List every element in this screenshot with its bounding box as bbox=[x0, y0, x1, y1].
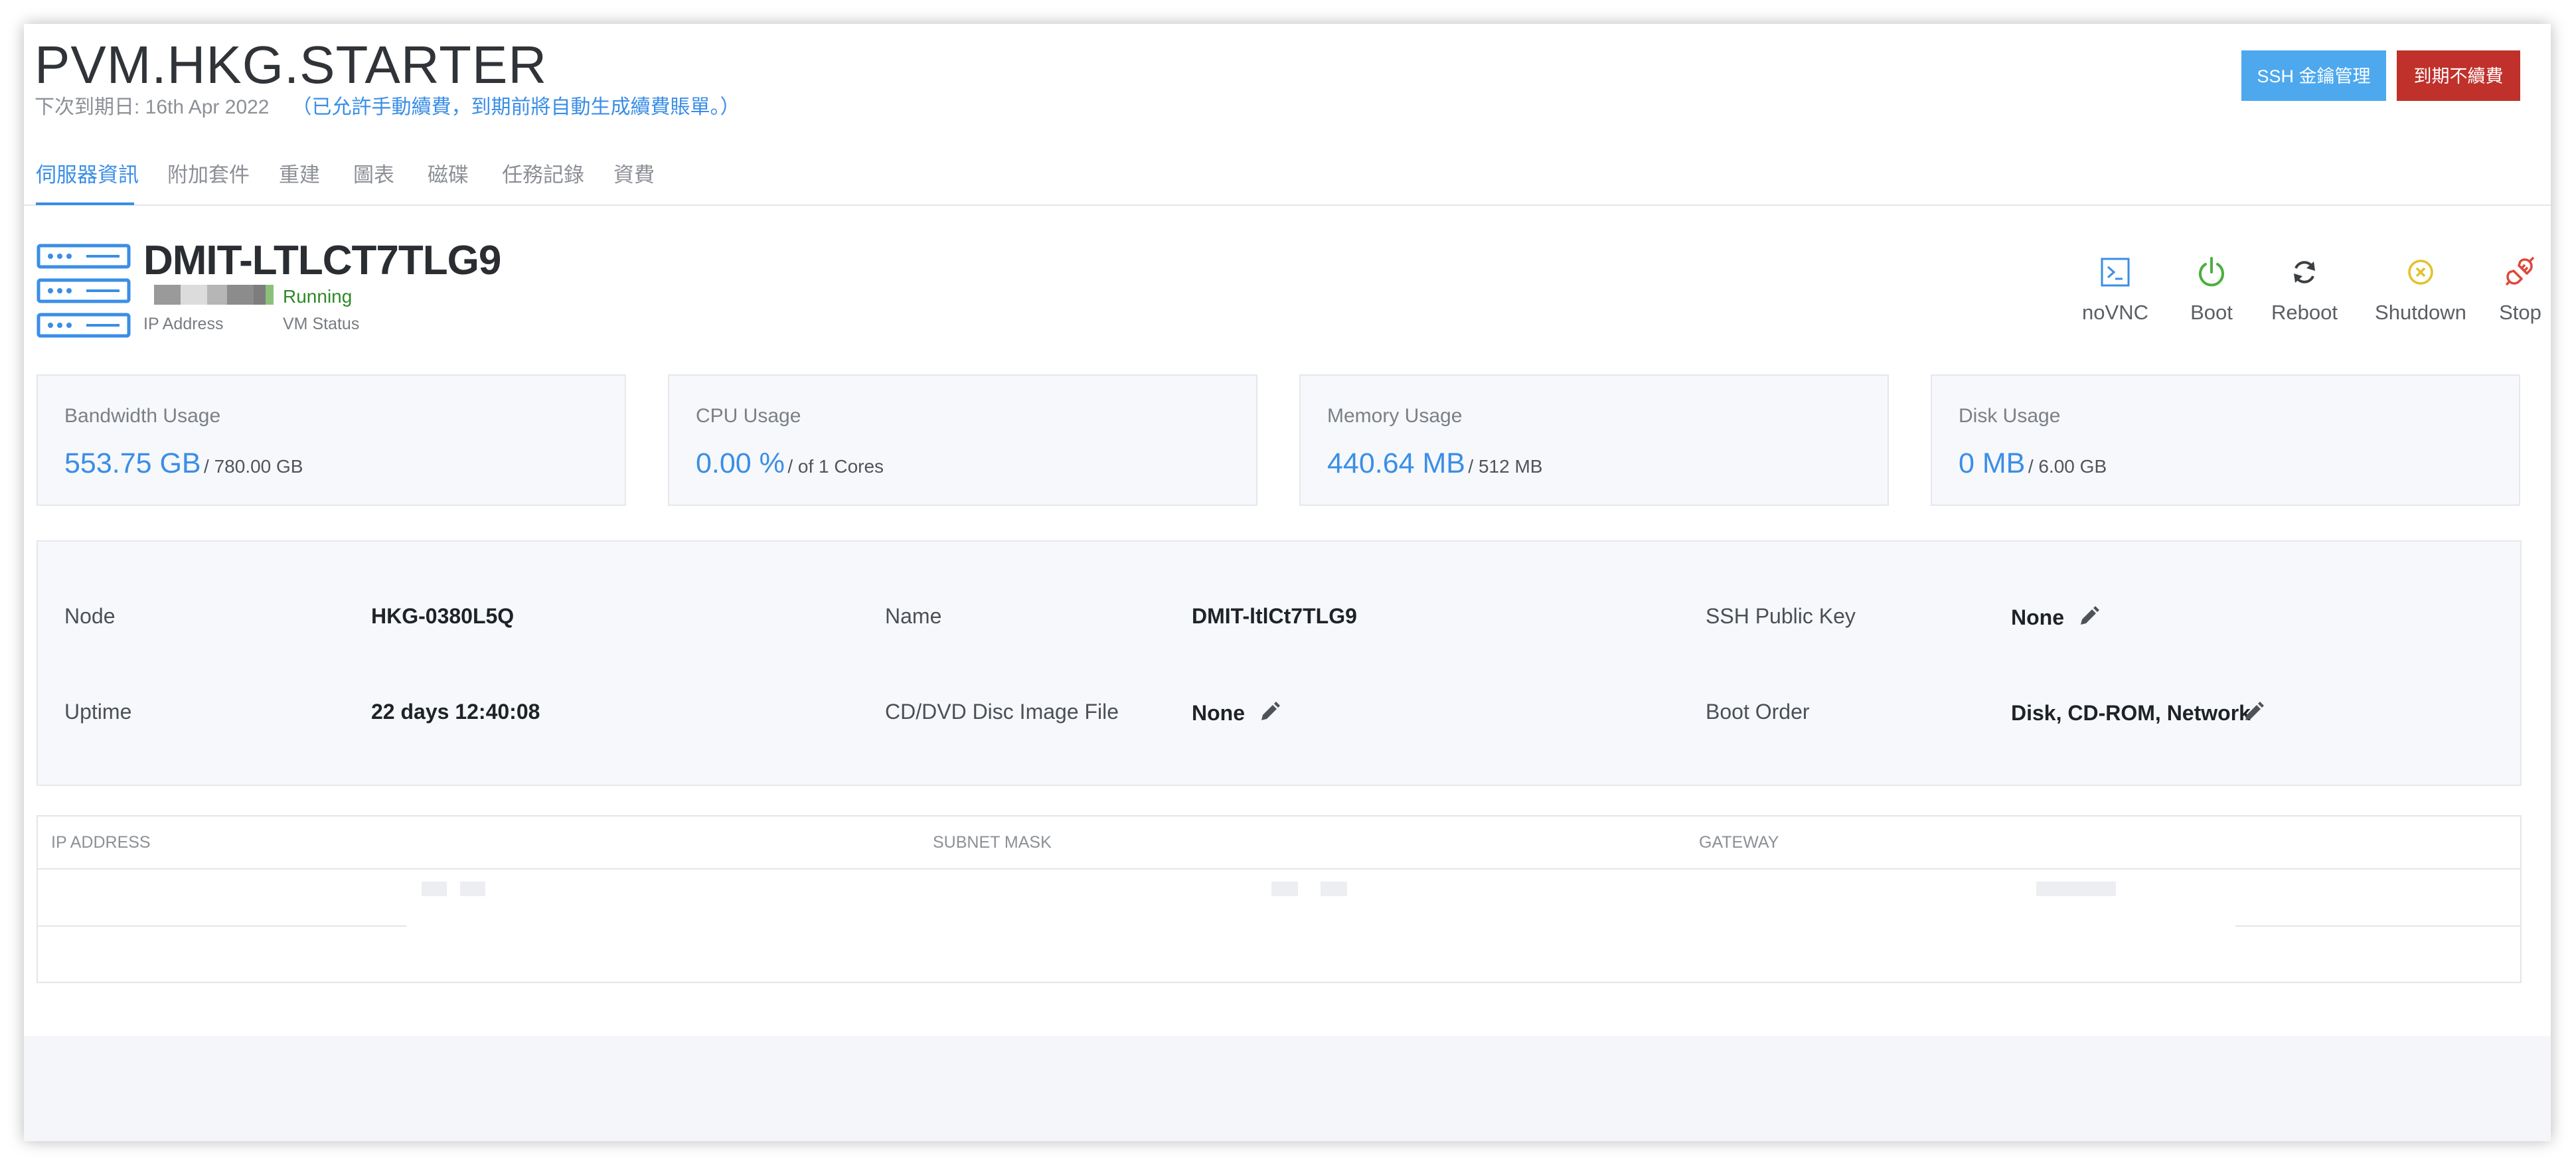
cd-image-label: CD/DVD Disc Image File bbox=[885, 700, 1119, 724]
boot-order-value: Disk, CD-ROM, Network bbox=[2011, 701, 2251, 725]
no-renew-button[interactable]: 到期不續費 bbox=[2397, 50, 2520, 101]
boot-button[interactable]: Boot bbox=[2175, 254, 2248, 325]
stop-button[interactable]: Stop bbox=[2494, 254, 2547, 325]
tab-server-info[interactable]: 伺服器資訊 bbox=[36, 162, 139, 189]
tab-disks[interactable]: 磁碟 bbox=[428, 162, 469, 189]
tab-addons[interactable]: 附加套件 bbox=[167, 162, 250, 189]
edit-ssh-key-icon[interactable] bbox=[2077, 605, 2100, 628]
header-divider bbox=[38, 868, 2520, 870]
next-due-date: 下次到期日: 16th Apr 2022 （已允許手動續費，到期前將自動生成續費賬… bbox=[35, 94, 740, 121]
row-divider bbox=[2235, 925, 2521, 927]
unplug-icon bbox=[2505, 256, 2535, 286]
renew-note: （已允許手動續費，到期前將自動生成續費賬單。） bbox=[291, 96, 740, 118]
cpu-usage-card: CPU Usage 0.00 % / of 1 Cores bbox=[668, 374, 1257, 506]
ip-address-redacted bbox=[154, 285, 274, 305]
stat-title: Disk Usage bbox=[1959, 405, 2061, 427]
stat-value-row: 0 MB / 6.00 GB bbox=[1959, 445, 2107, 489]
page-title: PVM.HKG.STARTER bbox=[35, 35, 548, 94]
node-label: Node bbox=[64, 604, 116, 628]
memory-usage-card: Memory Usage 440.64 MB / 512 MB bbox=[1299, 374, 1889, 506]
novnc-label: noVNC bbox=[2082, 301, 2148, 324]
ip-address-label: IP Address bbox=[143, 315, 224, 333]
boot-label: Boot bbox=[2190, 301, 2233, 324]
stat-title: Bandwidth Usage bbox=[64, 405, 221, 427]
uptime-value: 22 days 12:40:08 bbox=[371, 700, 540, 724]
stat-value: 440.64 MB bbox=[1327, 447, 1465, 479]
node-value: HKG-0380L5Q bbox=[371, 604, 515, 628]
shutdown-label: Shutdown bbox=[2375, 301, 2466, 324]
stat-total: / 780.00 GB bbox=[204, 456, 303, 477]
stat-value-row: 553.75 GB / 780.00 GB bbox=[64, 445, 303, 489]
tab-task-log[interactable]: 任務記錄 bbox=[502, 162, 584, 189]
tab-billing[interactable]: 資費 bbox=[613, 162, 655, 189]
stat-value-row: 0.00 % / of 1 Cores bbox=[696, 445, 884, 489]
stat-value: 553.75 GB bbox=[64, 447, 201, 479]
ip-redacted bbox=[422, 882, 447, 896]
due-date-label: 下次到期日: 16th Apr 2022 bbox=[35, 96, 270, 118]
ssh-public-key-value: None bbox=[2011, 605, 2064, 629]
stat-title: Memory Usage bbox=[1327, 405, 1463, 427]
shutdown-button[interactable]: Shutdown bbox=[2361, 254, 2480, 325]
circle-x-icon bbox=[2408, 260, 2433, 285]
stop-label: Stop bbox=[2499, 301, 2541, 324]
ip-redacted bbox=[460, 882, 485, 896]
reboot-label: Reboot bbox=[2271, 301, 2338, 324]
network-table: IP ADDRESS SUBNET MASK GATEWAY bbox=[37, 815, 2522, 983]
novnc-button[interactable]: noVNC bbox=[2069, 254, 2162, 325]
stat-title: CPU Usage bbox=[696, 405, 801, 427]
vm-status-value: Running bbox=[283, 286, 353, 307]
stat-total: / of 1 Cores bbox=[787, 456, 884, 477]
reboot-button[interactable]: Reboot bbox=[2261, 254, 2348, 325]
tab-graphs[interactable]: 圖表 bbox=[353, 162, 394, 189]
tab-rebuild[interactable]: 重建 bbox=[279, 162, 320, 189]
stat-value: 0 MB bbox=[1959, 447, 2026, 479]
server-icon bbox=[37, 244, 131, 338]
cd-image-value: None bbox=[1192, 701, 1245, 725]
active-tab-indicator bbox=[36, 202, 134, 205]
vm-status-label: VM Status bbox=[283, 315, 360, 333]
edit-cd-image-icon[interactable] bbox=[1258, 701, 1281, 724]
subnet-mask-header: SUBNET MASK bbox=[933, 833, 1052, 852]
server-panel: PVM.HKG.STARTER 下次到期日: 16th Apr 2022 （已允許… bbox=[24, 24, 2551, 1141]
ssh-key-button[interactable]: SSH 金鑰管理 bbox=[2241, 50, 2386, 101]
stat-value: 0.00 % bbox=[696, 447, 785, 479]
stat-value-row: 440.64 MB / 512 MB bbox=[1327, 445, 1542, 489]
bandwidth-usage-card: Bandwidth Usage 553.75 GB / 780.00 GB bbox=[37, 374, 626, 506]
stat-total: / 6.00 GB bbox=[2028, 456, 2107, 477]
terminal-icon bbox=[2101, 258, 2130, 287]
server-details-panel: Node HKG-0380L5Q Name DMIT-ltlCt7TLG9 SS… bbox=[37, 540, 2522, 786]
gateway-header: GATEWAY bbox=[1699, 833, 1779, 852]
subnet-redacted bbox=[1271, 882, 1298, 896]
tab-bar: 伺服器資訊 附加套件 重建 圖表 磁碟 任務記錄 資費 bbox=[24, 153, 2551, 206]
refresh-icon bbox=[2294, 261, 2315, 283]
gateway-redacted bbox=[2036, 882, 2116, 896]
name-value: DMIT-ltlCt7TLG9 bbox=[1192, 604, 1357, 628]
stat-total: / 512 MB bbox=[1468, 456, 1543, 477]
disk-usage-card: Disk Usage 0 MB / 6.00 GB bbox=[1931, 374, 2520, 506]
edit-boot-order-icon[interactable] bbox=[2242, 701, 2265, 724]
name-label: Name bbox=[885, 604, 942, 628]
ssh-public-key-label: SSH Public Key bbox=[1706, 604, 1856, 628]
boot-order-label: Boot Order bbox=[1706, 700, 1810, 724]
ip-address-header: IP ADDRESS bbox=[51, 833, 151, 852]
row-divider bbox=[38, 925, 406, 927]
power-icon bbox=[2199, 257, 2224, 287]
subnet-redacted bbox=[1321, 882, 1347, 896]
uptime-label: Uptime bbox=[64, 700, 132, 724]
card-footer bbox=[24, 1036, 2551, 1141]
server-hostname: DMIT-LTLCT7TLG9 bbox=[143, 238, 501, 283]
